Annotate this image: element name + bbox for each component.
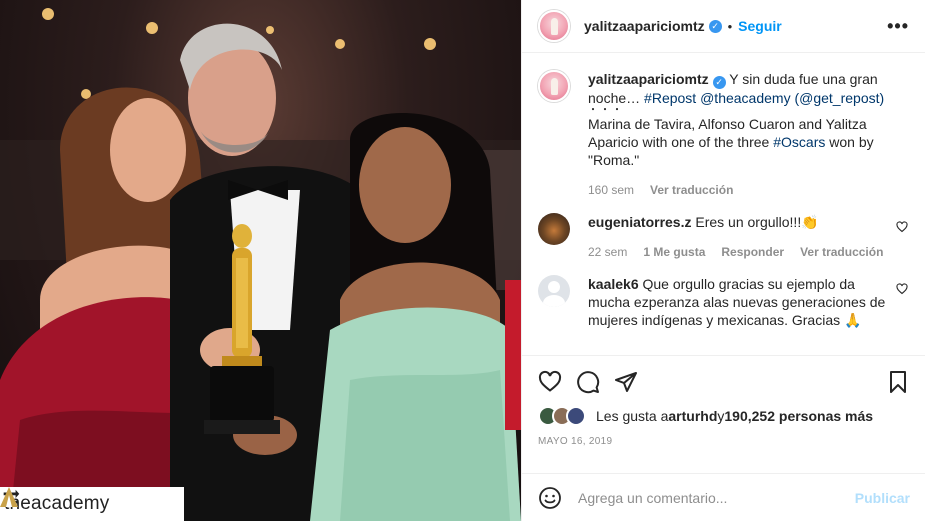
publish-button[interactable]: Publicar: [855, 490, 910, 506]
comment-item: kaalek6 Que orgullo gracias su ejemplo d…: [538, 275, 910, 329]
liker-avatar: [566, 406, 586, 426]
comment-like-icon[interactable]: [896, 283, 908, 295]
share-paper-plane-icon[interactable]: [614, 370, 638, 394]
more-options-icon[interactable]: •••: [887, 16, 909, 37]
post-date[interactable]: MAYO 16, 2019: [538, 436, 910, 447]
verified-badge-icon: ✓: [712, 76, 726, 89]
hashtag-oscars[interactable]: #Oscars: [773, 134, 825, 150]
comment-translate-link[interactable]: Ver traducción: [800, 243, 883, 261]
emoji-icon[interactable]: [538, 486, 562, 510]
likes-middle: y: [717, 408, 725, 424]
comment-username[interactable]: eugeniatorres.z: [588, 214, 691, 230]
post-header: yalitzaapariciomtz ✓ • Seguir •••: [522, 0, 925, 53]
comment-bubble-icon[interactable]: [576, 370, 600, 394]
like-heart-icon[interactable]: [538, 370, 562, 394]
post-photo[interactable]: theacademy: [0, 0, 521, 521]
author-avatar[interactable]: [538, 10, 570, 42]
repost-badge: theacademy: [0, 487, 184, 521]
caption-time[interactable]: 160 sem: [588, 181, 634, 199]
comment-text: Eres un orgullo!!!👏: [695, 214, 819, 230]
hashtag-repost[interactable]: #Repost: [644, 90, 696, 106]
comment-like-icon[interactable]: [896, 221, 908, 233]
verified-badge-icon: ✓: [708, 19, 722, 33]
comment-item: eugeniatorres.z Eres un orgullo!!!👏 22 s…: [538, 213, 910, 261]
commenter-avatar[interactable]: [538, 213, 570, 245]
likes-prefix: Les gusta a: [596, 408, 669, 424]
author-username[interactable]: yalitzaapariciomtz: [584, 18, 705, 34]
mention-get-repost[interactable]: (@get_repost): [794, 90, 884, 106]
reply-button[interactable]: Responder: [721, 243, 784, 261]
post-actions: Les gusta a arturhd y 190,252 personas m…: [522, 355, 925, 447]
academy-logo-icon: [0, 487, 18, 507]
comment-time[interactable]: 22 sem: [588, 243, 627, 261]
post-side-panel: yalitzaapariciomtz ✓ • Seguir ••• yalitz…: [521, 0, 925, 521]
commenter-avatar[interactable]: [538, 275, 570, 307]
separator-dot: •: [727, 18, 733, 34]
liker-avatars: [538, 406, 586, 426]
caption-meta: 160 sem Ver traducción: [588, 181, 888, 199]
comment-meta: 22 sem 1 Me gusta Responder Ver traducci…: [588, 243, 888, 261]
photo-illustration: [0, 8, 521, 521]
comment-username[interactable]: kaalek6: [588, 276, 639, 292]
save-bookmark-icon[interactable]: [886, 370, 910, 394]
caption: yalitzaapariciomtz ✓ Y sin duda fue una g…: [538, 70, 910, 199]
likes-count[interactable]: 190,252 personas más: [724, 408, 873, 424]
comments-list[interactable]: yalitzaapariciomtz ✓ Y sin duda fue una g…: [522, 54, 925, 354]
caption-translate-link[interactable]: Ver traducción: [650, 181, 733, 199]
likes-user[interactable]: arturhd: [668, 408, 717, 424]
comment-input[interactable]: Agrega un comentario...: [578, 490, 855, 506]
add-comment-bar: Agrega un comentario... Publicar: [522, 473, 925, 521]
caption-username[interactable]: yalitzaapariciomtz: [588, 71, 709, 87]
caption-avatar[interactable]: [538, 70, 570, 102]
mention-theacademy[interactable]: @theacademy: [700, 90, 790, 106]
caption-dots: ・・・: [588, 105, 624, 116]
likes-summary[interactable]: Les gusta a arturhd y 190,252 personas m…: [538, 406, 910, 426]
follow-button[interactable]: Seguir: [738, 18, 782, 34]
comment-likes[interactable]: 1 Me gusta: [643, 243, 705, 261]
